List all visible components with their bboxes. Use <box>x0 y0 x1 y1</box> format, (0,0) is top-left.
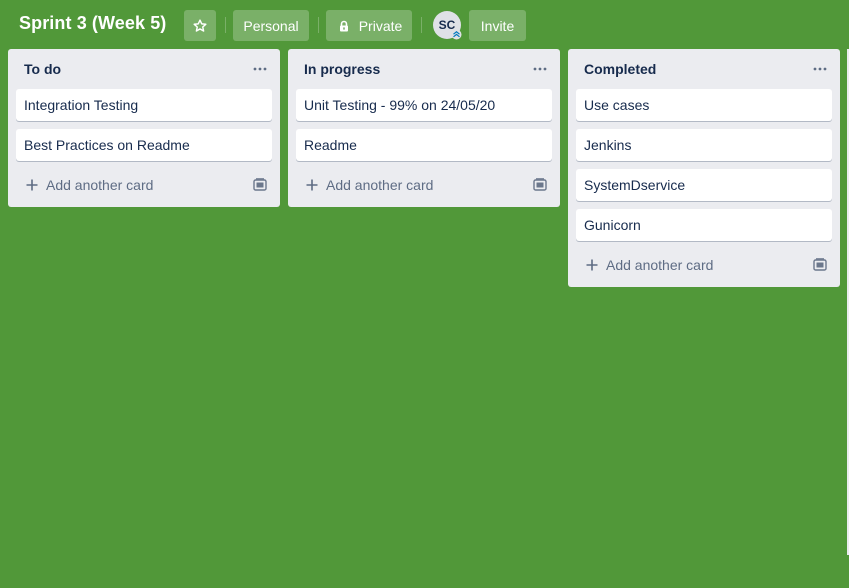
list-menu-button[interactable] <box>528 57 552 81</box>
list-footer: Add another card <box>576 249 832 281</box>
board-visibility-button[interactable]: Private <box>326 10 412 41</box>
member-avatar[interactable]: SC <box>433 11 462 40</box>
add-card-button[interactable]: Add another card <box>296 169 516 201</box>
team-visibility-button[interactable]: Personal <box>233 10 309 41</box>
add-card-button[interactable]: Add another card <box>576 249 796 281</box>
admin-badge-icon <box>451 29 462 40</box>
lock-icon <box>339 20 348 31</box>
invite-label: Invite <box>480 17 515 34</box>
list-title[interactable]: Completed <box>584 61 656 77</box>
ellipsis-icon <box>253 67 267 71</box>
header-divider <box>225 17 226 33</box>
plus-icon <box>586 259 598 271</box>
list-title[interactable]: To do <box>24 61 61 77</box>
card-template-icon <box>533 178 547 191</box>
header-divider <box>421 17 422 33</box>
card[interactable]: Gunicorn <box>576 209 832 241</box>
card[interactable]: Unit Testing - 99% on 24/05/20 <box>296 89 552 121</box>
add-card-label: Add another card <box>46 177 154 193</box>
list-menu-button[interactable] <box>808 57 832 81</box>
invite-button[interactable]: Invite <box>469 10 526 41</box>
header-divider <box>318 17 319 33</box>
create-from-template-button[interactable] <box>808 253 832 277</box>
list-header: To do <box>8 49 280 89</box>
ellipsis-icon <box>813 67 827 71</box>
card[interactable]: SystemDservice <box>576 169 832 201</box>
list-header: In progress <box>288 49 560 89</box>
list-footer: Add another card <box>16 169 272 201</box>
card[interactable]: Readme <box>296 129 552 161</box>
ellipsis-icon <box>533 67 547 71</box>
board-visibility-label: Private <box>358 17 403 34</box>
card[interactable]: Best Practices on Readme <box>16 129 272 161</box>
list-menu-button[interactable] <box>248 57 272 81</box>
list-completed[interactable]: Completed Use cases Jenkins SystemDservi… <box>568 49 840 287</box>
add-card-label: Add another card <box>326 177 434 193</box>
team-visibility-label: Personal <box>243 17 299 34</box>
list-title[interactable]: In progress <box>304 61 380 77</box>
card[interactable]: Use cases <box>576 89 832 121</box>
board-title[interactable]: Sprint 3 (Week 5) <box>19 13 166 34</box>
list-to-do[interactable]: To do Integration Testing Best Practices… <box>8 49 280 207</box>
card-template-icon <box>253 178 267 191</box>
plus-icon <box>306 179 318 191</box>
create-from-template-button[interactable] <box>528 173 552 197</box>
list-header: Completed <box>568 49 840 89</box>
star-icon <box>193 18 207 32</box>
list-in-progress[interactable]: In progress Unit Testing - 99% on 24/05/… <box>288 49 560 207</box>
create-from-template-button[interactable] <box>248 173 272 197</box>
card-template-icon <box>813 258 827 271</box>
card[interactable]: Jenkins <box>576 129 832 161</box>
plus-icon <box>26 179 38 191</box>
card[interactable]: Integration Testing <box>16 89 272 121</box>
list-footer: Add another card <box>296 169 552 201</box>
add-card-button[interactable]: Add another card <box>16 169 236 201</box>
board-header: Sprint 3 (Week 5) Personal Private SC In… <box>0 0 849 50</box>
star-board-button[interactable] <box>184 10 216 41</box>
add-card-label: Add another card <box>606 257 714 273</box>
